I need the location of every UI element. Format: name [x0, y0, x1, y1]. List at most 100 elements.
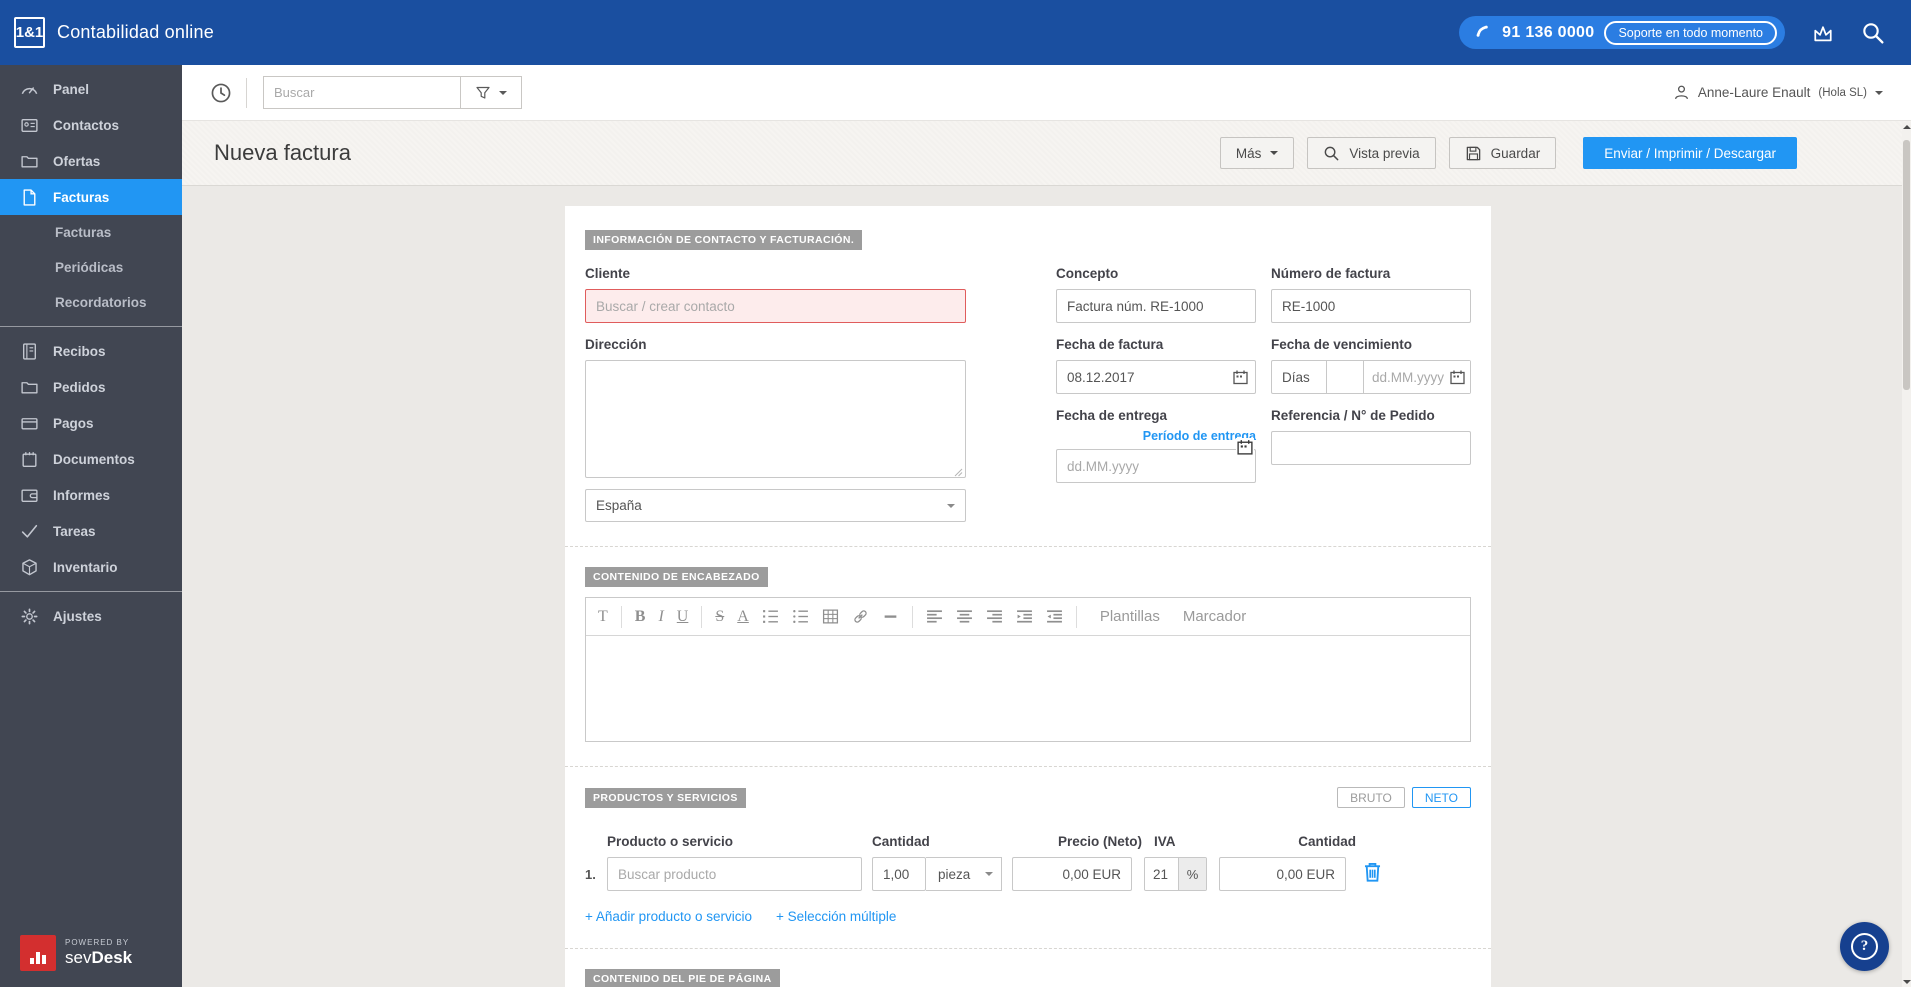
- horizontal-rule-icon[interactable]: [882, 608, 899, 625]
- align-right-icon[interactable]: [986, 608, 1003, 625]
- header-editor-body[interactable]: [586, 636, 1470, 741]
- credit-card-icon: [20, 414, 39, 433]
- sidebar-item-contactos[interactable]: Contactos: [0, 107, 182, 143]
- toolbar-divider: [246, 78, 247, 108]
- sidebar-item-inventario[interactable]: Inventario: [0, 549, 182, 585]
- fecha-factura-input[interactable]: [1056, 360, 1256, 394]
- section-divider: [565, 546, 1491, 547]
- country-select[interactable]: España: [585, 489, 966, 522]
- calendar-icon[interactable]: [1236, 438, 1254, 456]
- col-iva: IVA: [1154, 834, 1217, 849]
- sidebar-subitem-recordatorios[interactable]: Recordatorios: [0, 285, 182, 320]
- concepto-input[interactable]: [1056, 289, 1256, 323]
- font-color-button[interactable]: A: [737, 608, 749, 626]
- sidebar-item-tareas[interactable]: Tareas: [0, 513, 182, 549]
- caret-down-icon: [1875, 91, 1883, 99]
- user-menu[interactable]: Anne-Laure Enault (Hola SL): [1673, 84, 1883, 101]
- underline-button[interactable]: U: [677, 608, 689, 626]
- scroll-up-arrow[interactable]: [1903, 125, 1911, 129]
- strikethrough-button[interactable]: S: [715, 608, 724, 626]
- align-center-icon[interactable]: [956, 608, 973, 625]
- filter-button[interactable]: [460, 76, 522, 109]
- percent-button[interactable]: %: [1178, 858, 1206, 890]
- sidebar-item-facturas[interactable]: Facturas: [0, 179, 182, 215]
- sidebar-item-label: Ofertas: [53, 154, 100, 169]
- calendar-icon[interactable]: [1232, 369, 1249, 386]
- sidebar-item-label: Pagos: [53, 416, 94, 431]
- sidebar-item-documentos[interactable]: Documentos: [0, 441, 182, 477]
- sidebar-item-pagos[interactable]: Pagos: [0, 405, 182, 441]
- support-phone-number: 91 136 0000: [1502, 24, 1594, 42]
- caret-down-icon: [985, 872, 993, 880]
- numero-factura-input[interactable]: [1271, 289, 1471, 323]
- search-input[interactable]: [263, 76, 460, 109]
- indent-icon[interactable]: [1016, 608, 1033, 625]
- sidebar-item-label: Panel: [53, 82, 89, 97]
- plantillas-button[interactable]: Plantillas: [1100, 608, 1160, 625]
- direccion-textarea[interactable]: [585, 360, 966, 478]
- link-icon[interactable]: [852, 608, 869, 625]
- add-product-link[interactable]: + Añadir producto o servicio: [585, 909, 752, 924]
- section-divider: [565, 948, 1491, 949]
- sidebar-item-label: Tareas: [53, 524, 96, 539]
- save-button[interactable]: Guardar: [1449, 137, 1557, 169]
- neto-button[interactable]: NETO: [1412, 787, 1471, 808]
- unidad-select[interactable]: pieza: [926, 857, 1002, 891]
- gear-icon: [20, 607, 39, 626]
- caret-down-icon: [947, 504, 955, 512]
- trash-icon[interactable]: [1362, 861, 1383, 883]
- app-title: Contabilidad online: [57, 22, 214, 43]
- preview-button[interactable]: Vista previa: [1307, 137, 1435, 169]
- sidebar-subitem-facturas[interactable]: Facturas: [0, 215, 182, 250]
- vertical-scrollbar[interactable]: [1902, 122, 1911, 987]
- sidebar-item-ajustes[interactable]: Ajustes: [0, 598, 182, 634]
- cantidad-input[interactable]: [872, 857, 926, 891]
- send-print-download-button[interactable]: Enviar / Imprimir / Descargar: [1583, 137, 1797, 169]
- support-phone-pill[interactable]: 91 136 0000 Soporte en todo momento: [1459, 16, 1785, 49]
- precio-input[interactable]: [1012, 857, 1132, 891]
- align-left-icon[interactable]: [926, 608, 943, 625]
- sidebar-item-label: Inventario: [53, 560, 118, 575]
- italic-button[interactable]: I: [658, 608, 663, 626]
- crown-icon[interactable]: [1811, 21, 1835, 45]
- fecha-entrega-label: Fecha de entrega: [1056, 408, 1256, 423]
- marcador-button[interactable]: Marcador: [1183, 608, 1246, 625]
- section-badge-encabezado: CONTENIDO DE ENCABEZADO: [585, 567, 768, 587]
- resize-grip-icon[interactable]: [954, 468, 963, 477]
- funnel-icon: [475, 85, 491, 101]
- bold-button[interactable]: B: [635, 608, 646, 626]
- ordered-list-icon[interactable]: [762, 608, 779, 625]
- unordered-list-icon[interactable]: [792, 608, 809, 625]
- total-input[interactable]: [1219, 857, 1346, 891]
- sidebar-item-label: Recibos: [53, 344, 106, 359]
- check-icon: [20, 522, 39, 541]
- sevdesk-brand: sevDesk: [65, 948, 132, 968]
- sidebar-item-recibos[interactable]: Recibos: [0, 333, 182, 369]
- format-text-button[interactable]: T: [598, 608, 608, 626]
- outdent-icon[interactable]: [1046, 608, 1063, 625]
- sidebar-item-pedidos[interactable]: Pedidos: [0, 369, 182, 405]
- bruto-button[interactable]: BRUTO: [1337, 787, 1405, 808]
- sidebar-item-ofertas[interactable]: Ofertas: [0, 143, 182, 179]
- history-clock-icon[interactable]: [210, 82, 232, 104]
- search-icon[interactable]: [1861, 21, 1885, 45]
- brand-logo[interactable]: 1&1: [14, 17, 45, 48]
- sidebar-item-panel[interactable]: Panel: [0, 71, 182, 107]
- more-button[interactable]: Más: [1220, 137, 1295, 169]
- fecha-entrega-input[interactable]: [1056, 449, 1256, 483]
- scroll-down-arrow[interactable]: [1903, 980, 1911, 984]
- multi-select-link[interactable]: + Selección múltiple: [776, 909, 896, 924]
- cliente-input[interactable]: [585, 289, 966, 323]
- scrollbar-thumb[interactable]: [1903, 140, 1910, 390]
- sidebar-item-informes[interactable]: Informes: [0, 477, 182, 513]
- producto-input[interactable]: [607, 857, 862, 891]
- calendar-icon[interactable]: [1449, 369, 1466, 386]
- referencia-input[interactable]: [1271, 431, 1471, 465]
- dias-input[interactable]: [1327, 361, 1364, 393]
- table-icon[interactable]: [822, 608, 839, 625]
- folder-icon: [20, 152, 39, 171]
- iva-input[interactable]: [1145, 858, 1178, 890]
- sidebar-subitem-periodicas[interactable]: Periódicas: [0, 250, 182, 285]
- product-row: 1. pieza %: [585, 857, 1471, 891]
- help-button[interactable]: ?: [1840, 922, 1889, 971]
